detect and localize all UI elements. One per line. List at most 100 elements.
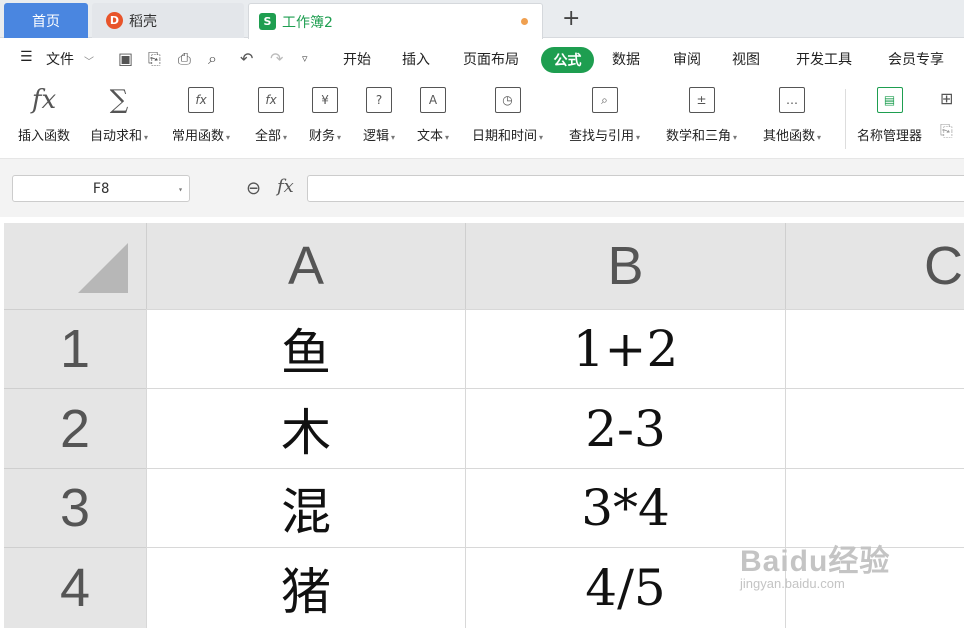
tab-docer[interactable]: D 稻壳 (92, 3, 244, 38)
formula-input[interactable] (307, 175, 964, 202)
quick-access-dropdown-icon[interactable]: ▿ (302, 52, 308, 65)
logic-caret-icon: ▾ (391, 133, 396, 142)
finance-icon: ¥ (312, 87, 339, 113)
new-tab-button[interactable]: + (562, 6, 580, 31)
row-header-4[interactable]: 4 (4, 547, 146, 628)
file-chevron-down-icon[interactable]: ﹀ (84, 53, 94, 68)
row-header-2[interactable]: 2 (4, 388, 146, 468)
fx-icon[interactable]: fx (277, 176, 294, 197)
cell-c1[interactable] (785, 309, 964, 388)
cell-a1[interactable]: 鱼 (146, 309, 465, 388)
name-box-value: F8 (92, 180, 110, 197)
watermark-main: Baidu经验 (740, 545, 891, 578)
cell-b1[interactable]: 1+2 (465, 309, 785, 388)
insert-function-label: 插入函数 (18, 129, 71, 144)
cell-a2[interactable]: 木 (146, 388, 465, 468)
autosum-label: 自动求和 (90, 129, 143, 144)
datetime-label: 日期和时间 (472, 129, 538, 144)
datetime-caret-icon: ▾ (539, 133, 544, 142)
menu-review[interactable]: 审阅 (673, 49, 701, 69)
menu-formula[interactable]: 公式 (541, 47, 594, 73)
cell-b2[interactable]: 2-3 (465, 388, 785, 468)
logic-label: 逻辑 (363, 129, 390, 144)
cell-c2[interactable] (785, 388, 964, 468)
menu-start[interactable]: 开始 (343, 49, 371, 69)
lookup-caret-icon: ▾ (636, 133, 641, 142)
tab-workbook[interactable]: S 工作簿2 (248, 3, 543, 39)
name-box-chevron-down-icon[interactable]: ▾ (178, 185, 183, 194)
all-functions-caret-icon: ▾ (283, 133, 288, 142)
print-icon[interactable]: ⎙ (178, 49, 191, 69)
autosum-caret-icon: ▾ (144, 133, 149, 142)
logic-icon: ? (366, 87, 393, 113)
text-functions-label: 文本 (417, 129, 444, 144)
common-functions-caret-icon: ▾ (226, 133, 231, 142)
menu-view[interactable]: 视图 (732, 49, 760, 69)
finance-button[interactable]: ¥ 财务 ▾ (309, 87, 341, 144)
print-preview-icon[interactable]: ⌕ (208, 49, 217, 69)
name-box[interactable]: F8 ▾ (12, 175, 190, 202)
menu-bar: ☰ 文件 ﹀ ▣ ⎘ ⎙ ⌕ ↶ ↷ ▿ 开始 插入 页面布局 公式 数据 审阅… (0, 39, 964, 81)
save-icon[interactable]: ▣ (118, 49, 133, 68)
cell-a3[interactable]: 混 (146, 468, 465, 547)
insert-function-button[interactable]: fx 插入函数 (18, 85, 71, 144)
math-trig-button[interactable]: ± 数学和三角 ▾ (666, 87, 737, 144)
text-functions-button[interactable]: A 文本 ▾ (417, 87, 449, 144)
redo-icon[interactable]: ↷ (270, 49, 283, 68)
math-label: 数学和三角 (666, 129, 732, 144)
menu-data[interactable]: 数据 (612, 49, 640, 69)
ribbon-divider (845, 89, 846, 149)
menu-page-layout[interactable]: 页面布局 (463, 49, 519, 69)
other-functions-button[interactable]: … 其他函数 ▾ (763, 87, 821, 144)
select-all-corner[interactable] (4, 223, 146, 309)
ribbon: fx 插入函数 ∑ 自动求和 ▾ fx 常用函数 ▾ fx 全部 ▾ ¥ 财务 ▾ ? … (0, 81, 964, 159)
lookup-reference-button[interactable]: ⌕ 查找与引用 ▾ (569, 87, 640, 144)
row-header-1[interactable]: 1 (4, 309, 146, 388)
autosum-button[interactable]: ∑ 自动求和 ▾ (90, 85, 149, 144)
datetime-button[interactable]: ◷ 日期和时间 ▾ (472, 87, 543, 144)
all-functions-button[interactable]: fx 全部 ▾ (255, 87, 287, 144)
column-header-c[interactable]: C (785, 223, 964, 309)
name-manager-button[interactable]: ▤ 名称管理器 (857, 87, 922, 144)
lookup-label: 查找与引用 (569, 129, 635, 144)
menu-member[interactable]: 会员专享 (888, 49, 944, 69)
column-header-a[interactable]: A (146, 223, 465, 309)
export-pdf-icon[interactable]: ⎘ (148, 49, 161, 69)
hamburger-icon[interactable]: ☰ (20, 49, 33, 65)
tab-docer-label: 稻壳 (129, 13, 157, 30)
tab-workbook-label: 工作簿2 (282, 14, 333, 31)
other-functions-icon: … (779, 87, 806, 113)
math-icon: ± (688, 87, 715, 113)
name-manager-label: 名称管理器 (857, 129, 923, 144)
cell-a4[interactable]: 猪 (146, 547, 465, 628)
logic-button[interactable]: ? 逻辑 ▾ (363, 87, 395, 144)
finance-caret-icon: ▾ (337, 133, 342, 142)
common-functions-button[interactable]: fx 常用函数 ▾ (172, 87, 230, 144)
formula-bar: F8 ▾ ⊖ fx (0, 159, 964, 217)
cell-b3[interactable]: 3*4 (465, 468, 785, 547)
menu-developer[interactable]: 开发工具 (796, 49, 852, 69)
menu-insert[interactable]: 插入 (402, 49, 430, 69)
fx-icon: fx (31, 85, 57, 115)
spreadsheet-logo-icon: S (259, 13, 276, 30)
docer-logo-icon: D (106, 12, 123, 29)
paste-name-icon[interactable]: ⎘ (940, 121, 953, 141)
finance-label: 财务 (309, 129, 336, 144)
define-name-icon[interactable]: ⊞ (940, 89, 953, 108)
unsaved-dot-icon (521, 18, 528, 25)
zoom-search-icon[interactable]: ⊖ (246, 178, 261, 199)
undo-icon[interactable]: ↶ (240, 49, 253, 68)
baidu-watermark: Baidu经验 jingyan.baidu.com (740, 536, 890, 591)
cell-b4[interactable]: 4/5 (465, 547, 785, 628)
tab-home-label: 首页 (32, 13, 60, 30)
row-header-3[interactable]: 3 (4, 468, 146, 547)
column-header-b[interactable]: B (465, 223, 785, 309)
menu-file[interactable]: 文件 (46, 49, 74, 69)
select-all-triangle-icon (78, 243, 128, 293)
datetime-icon: ◷ (494, 87, 521, 113)
text-caret-icon: ▾ (445, 133, 450, 142)
sigma-icon: ∑ (106, 85, 133, 115)
common-functions-icon: fx (188, 87, 215, 113)
text-icon: A (420, 87, 447, 113)
tab-home[interactable]: 首页 (4, 3, 88, 38)
